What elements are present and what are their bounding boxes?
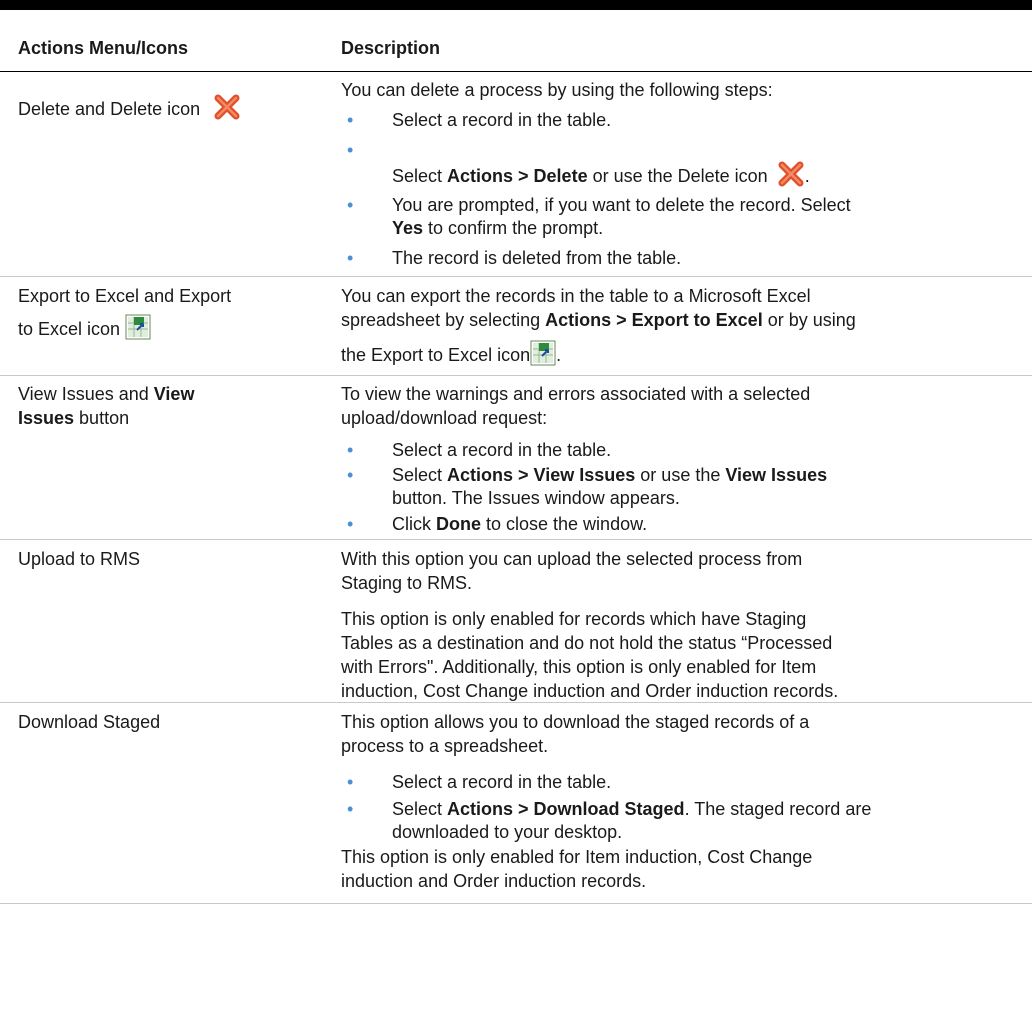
header-actions: Actions Menu/Icons [18, 38, 189, 58]
header-description: Description [341, 38, 441, 58]
row-rule [0, 276, 1032, 277]
row-rule [0, 702, 1032, 703]
bullet: • [347, 110, 354, 130]
row-label-delete: Delete and Delete icon [18, 94, 318, 126]
delete-x-icon [213, 94, 241, 126]
export-excel-icon [530, 340, 556, 372]
top-rule [0, 0, 1032, 10]
export-excel-icon [125, 314, 151, 346]
bullet: • [347, 465, 354, 485]
bullet: • [347, 248, 354, 268]
row-rule [0, 539, 1032, 540]
bullet: • [347, 514, 354, 534]
bullet: • [347, 440, 354, 460]
bullet: • [347, 195, 354, 215]
bullet: • [347, 140, 354, 160]
row-rule [0, 375, 1032, 376]
bullet: • [347, 772, 354, 792]
header-rule [0, 71, 1032, 72]
delete-x-icon [777, 161, 805, 193]
row-rule [0, 903, 1032, 904]
bullet: • [347, 799, 354, 819]
